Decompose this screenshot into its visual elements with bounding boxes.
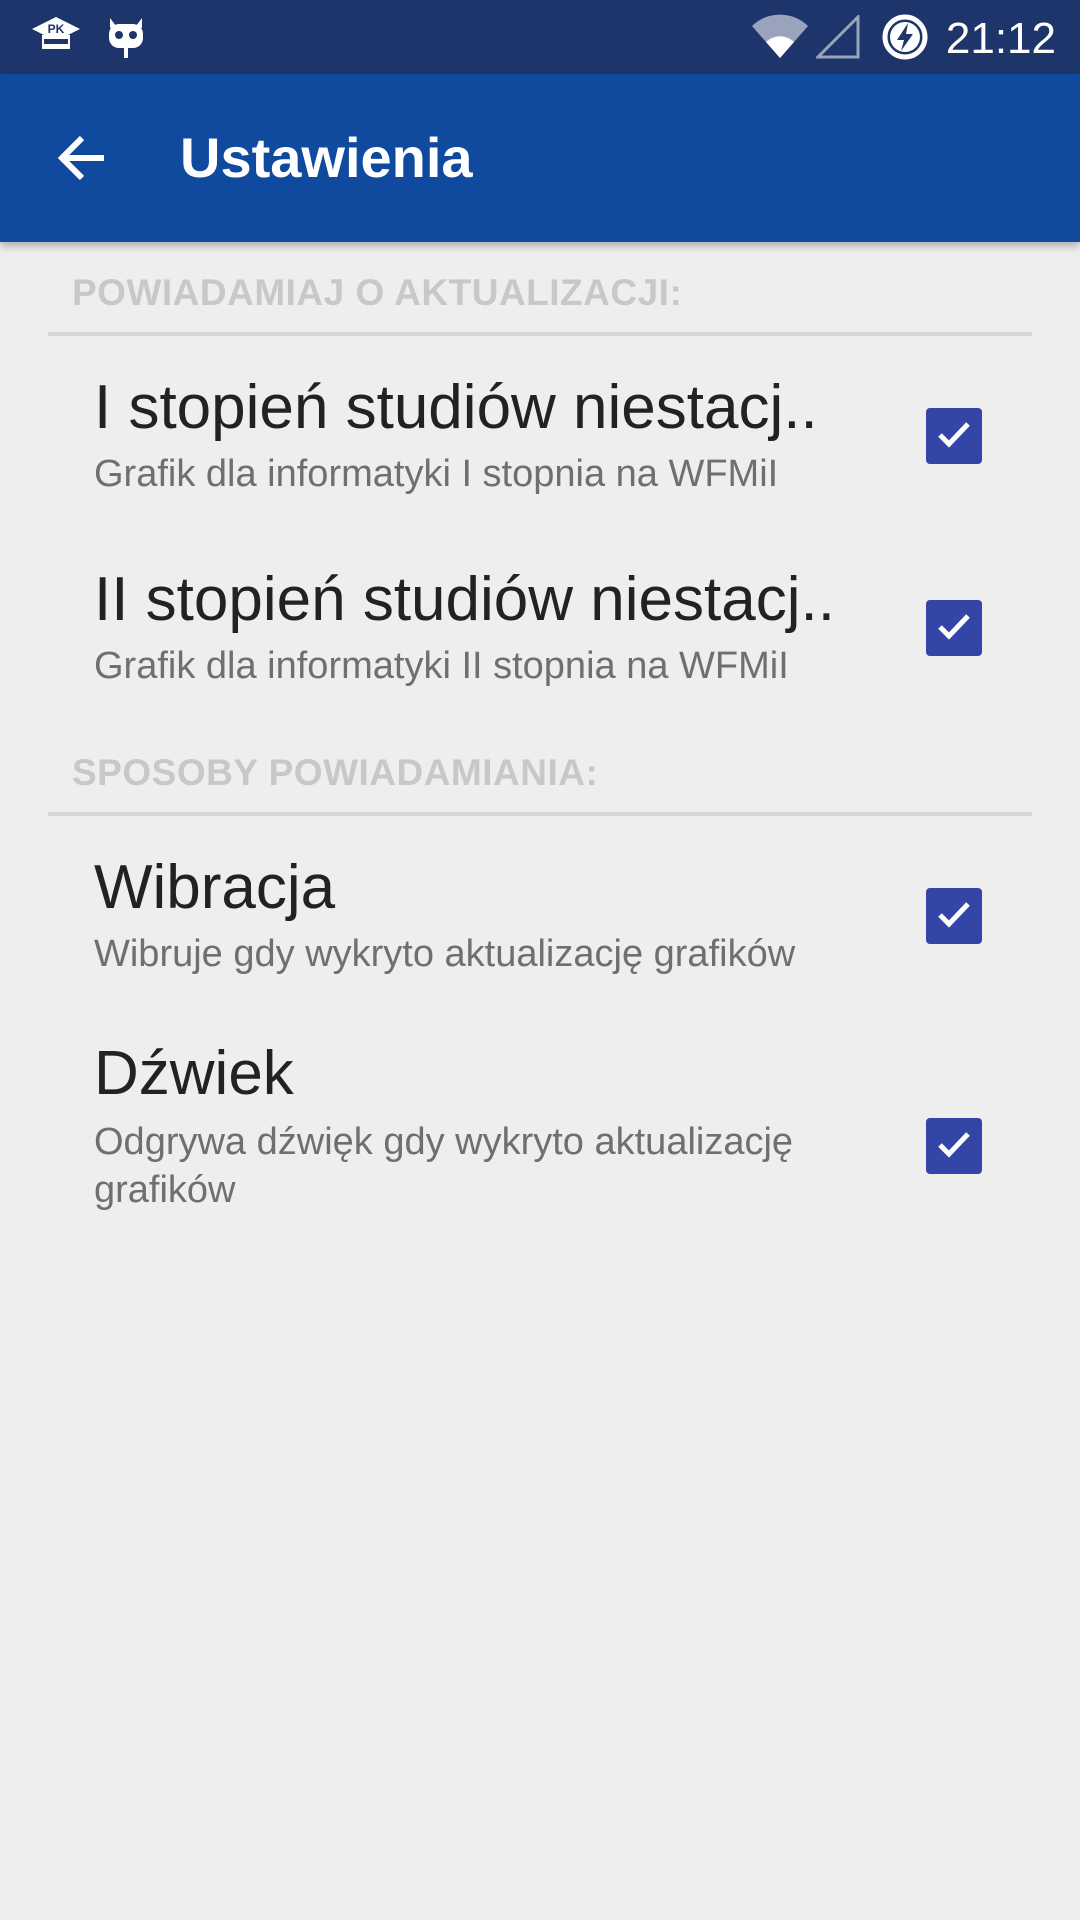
check-icon [934,1124,974,1169]
svg-text:PK: PK [48,22,65,36]
wifi-icon [748,0,812,74]
check-icon [934,414,974,459]
cyanogen-mascot-icon [104,0,148,74]
section-header-notify-methods: SPOSOBY POWIADAMIANIA: [72,752,599,793]
section-header-notify-update: POWIADAMIAJ O AKTUALIZACJI: [72,272,683,313]
pref-item-title: II stopień studiów niestacj.. [94,565,835,634]
check-icon [934,606,974,651]
pref-item-summary: Wibruje gdy wykryto aktualizację grafikó… [94,933,796,975]
page-title: Ustawienia [180,126,473,189]
status-bar: PK 21:12 [0,0,1080,74]
pref-item-first-degree[interactable]: I stopień studiów niestacj.. Grafik dla … [0,352,1080,528]
check-icon [934,894,974,939]
pref-item-sound[interactable]: Dźwiek Odgrywa dźwięk gdy wykryto aktual… [0,1018,1080,1258]
back-button[interactable] [40,118,124,202]
status-clock: 21:12 [945,14,1056,63]
pref-item-title: I stopień studiów niestacj.. [94,373,818,442]
first-degree-checkbox[interactable] [926,408,982,464]
app-bar: Ustawienia [0,74,1080,242]
pref-item-second-degree[interactable]: II stopień studiów niestacj.. Grafik dla… [0,544,1080,720]
battery-charging-icon [880,0,930,74]
pk-wfmii-app-icon: PK [28,0,84,74]
vibration-checkbox[interactable] [926,888,982,944]
pref-item-title: Wibracja [94,853,336,922]
pref-item-summary: Grafik dla informatyki I stopnia na WFMi… [94,453,779,495]
section-divider [48,812,1032,816]
cell-signal-icon [814,0,862,74]
pref-item-summary: Grafik dla informatyki II stopnia na WFM… [94,645,789,687]
second-degree-checkbox[interactable] [926,600,982,656]
arrow-back-icon [56,132,108,189]
pref-item-title: Dźwiek [94,1039,294,1108]
pref-item-summary: Odgrywa dźwięk gdy wykryto aktualizację … [94,1121,794,1211]
sound-checkbox[interactable] [926,1118,982,1174]
section-divider [48,332,1032,336]
pref-item-vibration[interactable]: Wibracja Wibruje gdy wykryto aktualizacj… [0,832,1080,1008]
